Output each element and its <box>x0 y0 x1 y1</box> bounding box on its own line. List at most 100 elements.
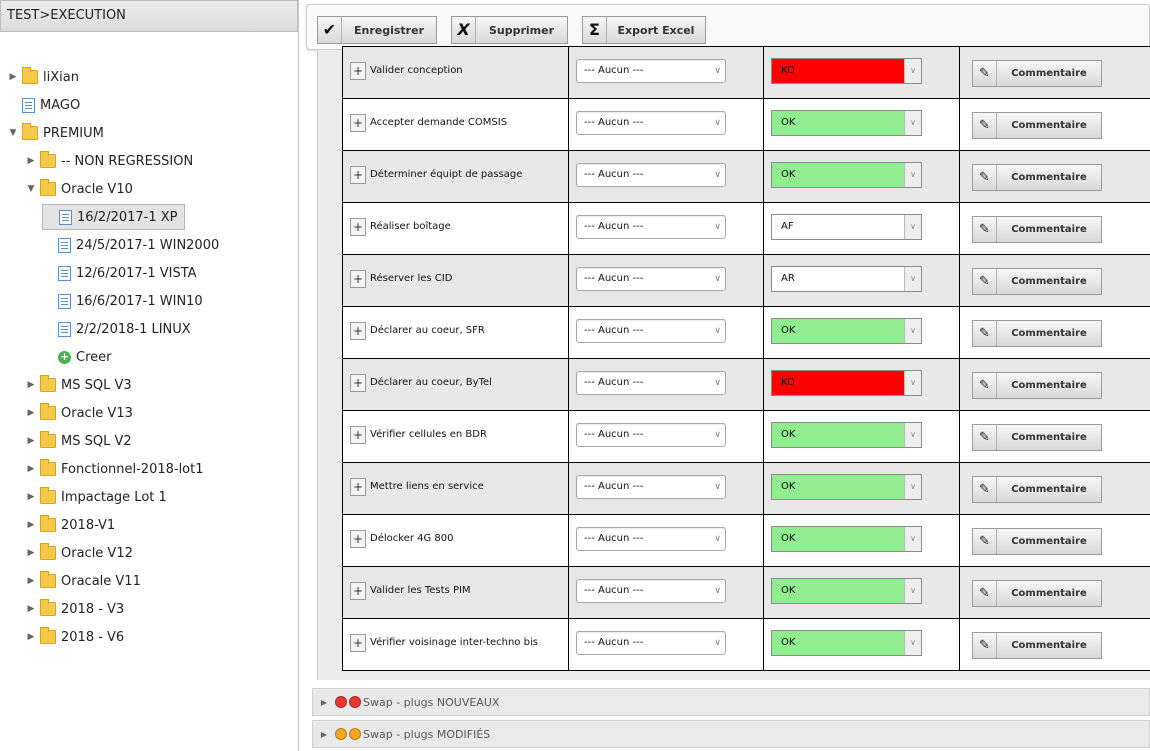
status-select[interactable]: AF ∨ <box>771 214 922 240</box>
comment-button[interactable]: ✎ Commentaire <box>972 424 1102 451</box>
tree-node[interactable]: 16/6/2017-1 WIN10 <box>42 288 203 314</box>
expand-arrow-icon[interactable]: ▶ <box>24 156 38 166</box>
assignee-select[interactable]: --- Aucun --- ∨ <box>576 423 726 447</box>
tree-node[interactable]: 2/2/2018-1 LINUX <box>42 316 191 342</box>
assignee-select[interactable]: --- Aucun --- ∨ <box>576 631 726 655</box>
tree-node[interactable]: ▶ Impactage Lot 1 <box>24 484 167 510</box>
status-select[interactable]: KO ∨ <box>771 58 922 84</box>
comment-button[interactable]: ✎ Commentaire <box>972 320 1102 347</box>
comment-button[interactable]: ✎ Commentaire <box>972 60 1102 87</box>
section-swap-nouveaux[interactable]: ▶ Swap - plugs NOUVEAUX <box>312 688 1150 716</box>
tree-node[interactable]: ▶ Oracle V12 <box>24 540 133 566</box>
expand-button[interactable]: + <box>350 114 366 132</box>
status-dot-icon <box>335 728 347 740</box>
tree-node-label: 2018-V1 <box>61 517 116 533</box>
save-button[interactable]: ✔ Enregistrer <box>317 16 437 44</box>
tree-node[interactable]: + Creer <box>42 344 111 370</box>
comment-button[interactable]: ✎ Commentaire <box>972 112 1102 139</box>
expand-button[interactable]: + <box>350 322 366 340</box>
collapse-arrow-icon[interactable]: ▼ <box>24 184 38 194</box>
export-excel-button[interactable]: Σ Export Excel <box>582 16 706 44</box>
assignee-select[interactable]: --- Aucun --- ∨ <box>576 111 726 135</box>
tree-node[interactable]: MAGO <box>6 92 80 118</box>
tree-node[interactable]: 24/5/2017-1 WIN2000 <box>42 232 219 258</box>
delete-button[interactable]: X Supprimer <box>451 16 568 44</box>
expand-button[interactable]: + <box>350 426 366 444</box>
expand-arrow-icon[interactable]: ▶ <box>24 492 38 502</box>
collapse-arrow-icon[interactable]: ▼ <box>6 128 20 138</box>
section-swap-modifies[interactable]: ▶ Swap - plugs MODIFIÉS <box>312 720 1150 748</box>
assignee-cell: --- Aucun --- ∨ <box>569 151 764 202</box>
assignee-select[interactable]: --- Aucun --- ∨ <box>576 475 726 499</box>
assignee-select[interactable]: --- Aucun --- ∨ <box>576 267 726 291</box>
expand-arrow-icon[interactable]: ▶ <box>24 576 38 586</box>
assignee-select[interactable]: --- Aucun --- ∨ <box>576 215 726 239</box>
comment-button[interactable]: ✎ Commentaire <box>972 580 1102 607</box>
tree-node[interactable]: 12/6/2017-1 VISTA <box>42 260 197 286</box>
comment-button[interactable]: ✎ Commentaire <box>972 528 1102 555</box>
expand-arrow-icon[interactable]: ▶ <box>24 632 38 642</box>
tree-node[interactable]: ▶ Oracale V11 <box>24 568 141 594</box>
expand-arrow-icon[interactable]: ▶ <box>24 380 38 390</box>
status-select[interactable]: KO ∨ <box>771 370 922 396</box>
status-select[interactable]: OK ∨ <box>771 474 922 500</box>
comment-button[interactable]: ✎ Commentaire <box>972 372 1102 399</box>
status-select[interactable]: AR ∨ <box>771 266 922 292</box>
expand-button[interactable]: + <box>350 530 366 548</box>
task-label: Déclarer au coeur, ByTel <box>370 377 492 388</box>
assignee-select[interactable]: --- Aucun --- ∨ <box>576 319 726 343</box>
tree-node[interactable]: ▶ Oracle V13 <box>24 400 133 426</box>
assignee-select[interactable]: --- Aucun --- ∨ <box>576 59 726 83</box>
expand-button[interactable]: + <box>350 634 366 652</box>
tree-node[interactable]: ▶ -- NON REGRESSION <box>24 148 193 174</box>
status-select[interactable]: OK ∨ <box>771 526 922 552</box>
comment-cell: ✎ Commentaire <box>960 203 1150 254</box>
tree-node[interactable]: ▶ liXian <box>6 64 79 90</box>
task-panel: + Valider conception --- Aucun --- ∨ KO ∨ ✎ Com… <box>317 46 1150 680</box>
expand-arrow-icon[interactable]: ▶ <box>6 72 20 82</box>
comment-button[interactable]: ✎ Commentaire <box>972 268 1102 295</box>
expand-button[interactable]: + <box>350 218 366 236</box>
status-select[interactable]: OK ∨ <box>771 318 922 344</box>
status-select[interactable]: OK ∨ <box>771 110 922 136</box>
expand-arrow-icon[interactable]: ▶ <box>24 520 38 530</box>
tree-node[interactable]: ▶ 2018-V1 <box>24 512 115 538</box>
expand-button[interactable]: + <box>350 62 366 80</box>
tree-node[interactable]: ▼ PREMIUM <box>6 120 104 146</box>
pencil-icon: ✎ <box>973 61 997 86</box>
status-select[interactable]: OK ∨ <box>771 630 922 656</box>
status-select[interactable]: OK ∨ <box>771 162 922 188</box>
comment-button[interactable]: ✎ Commentaire <box>972 632 1102 659</box>
expand-button[interactable]: + <box>350 166 366 184</box>
expand-arrow-icon[interactable]: ▶ <box>24 408 38 418</box>
expand-arrow-icon[interactable]: ▶ <box>24 548 38 558</box>
tree-node[interactable]: ▼ Oracle V10 <box>24 176 133 202</box>
expand-arrow-icon[interactable]: ▶ <box>24 464 38 474</box>
folder-icon <box>22 123 38 140</box>
status-select[interactable]: OK ∨ <box>771 578 922 604</box>
status-select[interactable]: OK ∨ <box>771 422 922 448</box>
status-cell: OK ∨ <box>764 411 960 462</box>
assignee-select[interactable]: --- Aucun --- ∨ <box>576 579 726 603</box>
tree-node[interactable]: ▶ 2018 - V6 <box>24 624 124 650</box>
expand-button[interactable]: + <box>350 270 366 288</box>
assignee-select[interactable]: --- Aucun --- ∨ <box>576 527 726 551</box>
tree-node[interactable]: ▶ Fonctionnel-2018-lot1 <box>24 456 204 482</box>
expand-arrow-icon[interactable]: ▶ <box>24 604 38 614</box>
assignee-select[interactable]: --- Aucun --- ∨ <box>576 163 726 187</box>
tree-node[interactable]: ▶ MS SQL V3 <box>24 372 132 398</box>
table-row: + Valider conception --- Aucun --- ∨ KO ∨ ✎ Com… <box>343 46 1150 98</box>
tree-node[interactable]: ▶ MS SQL V2 <box>24 428 132 454</box>
tree-panel: TEST>EXECUTION ▶ liXian MAGO ▼ PREMIUM ▶ -- NO… <box>0 0 299 751</box>
tree-node[interactable]: 16/2/2017-1 XP <box>42 204 185 230</box>
expand-button[interactable]: + <box>350 478 366 496</box>
comment-button[interactable]: ✎ Commentaire <box>972 476 1102 503</box>
expand-arrow-icon[interactable]: ▶ <box>24 436 38 446</box>
expand-button[interactable]: + <box>350 582 366 600</box>
comment-label: Commentaire <box>1011 224 1087 235</box>
comment-button[interactable]: ✎ Commentaire <box>972 216 1102 243</box>
comment-button[interactable]: ✎ Commentaire <box>972 164 1102 191</box>
tree-node[interactable]: ▶ 2018 - V3 <box>24 596 124 622</box>
assignee-select[interactable]: --- Aucun --- ∨ <box>576 371 726 395</box>
expand-button[interactable]: + <box>350 374 366 392</box>
